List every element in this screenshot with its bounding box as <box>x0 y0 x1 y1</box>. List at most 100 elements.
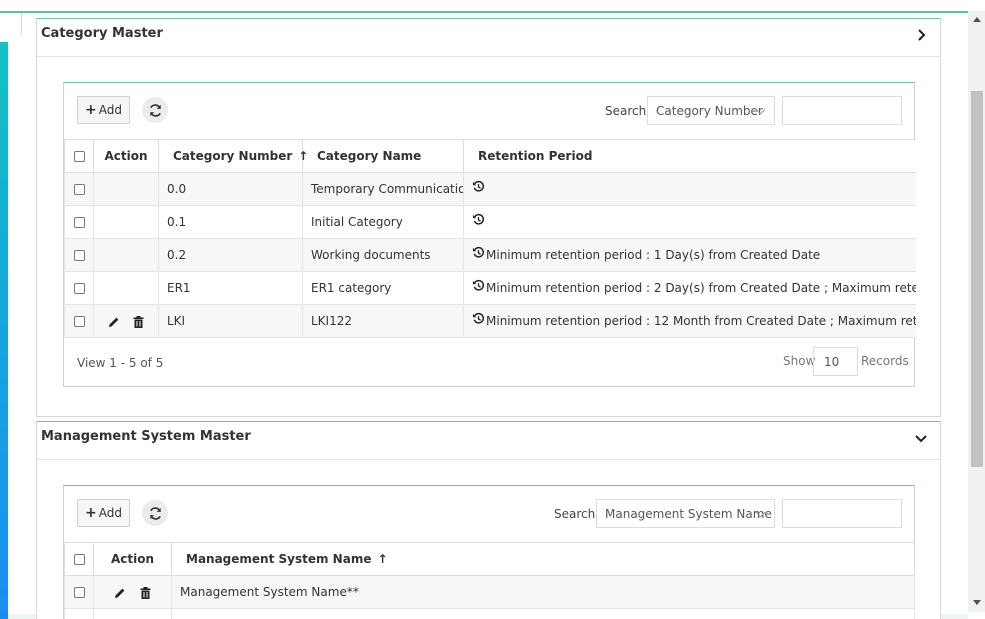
category-table: Action Category Number ↑ Category Name Re… <box>64 139 916 338</box>
plus-icon: + <box>85 102 97 118</box>
table-row[interactable]: 0.0 Temporary Communication <box>64 172 916 206</box>
action-cell <box>93 172 159 206</box>
row-checkbox[interactable] <box>64 172 94 206</box>
retention-period-cell <box>463 205 916 239</box>
divider <box>21 13 22 35</box>
retention-period-cell: Minimum retention period : 2 Day(s) from… <box>463 271 916 305</box>
add-button[interactable]: + Add <box>77 96 130 124</box>
action-cell <box>93 271 159 305</box>
top-border <box>0 11 968 13</box>
page-size-input[interactable]: 10 <box>813 347 858 376</box>
sort-ascending-icon: ↑ <box>298 149 309 163</box>
search-label: Search <box>605 104 647 118</box>
pencil-icon[interactable] <box>108 316 120 328</box>
category-master-panel: Category Master + Add Search Category Nu… <box>36 18 941 417</box>
category-master-header[interactable]: Category Master <box>37 19 940 57</box>
category-name-cell: ER1 category <box>302 271 464 305</box>
sort-ascending-icon: ↑ <box>377 552 388 566</box>
action-cell <box>93 608 172 619</box>
retention-text: Minimum retention period : 1 Day(s) from… <box>486 248 821 262</box>
table-row[interactable]: 0.2 Working documents Minimum retention … <box>64 238 916 272</box>
grid-pager: View 1 - 5 of 5 Show 10 Records <box>64 338 914 388</box>
retention-period-cell: Minimum retention period : 12 Month from… <box>463 304 916 338</box>
management-system-master-header[interactable]: Management System Master <box>37 422 940 460</box>
row-checkbox[interactable] <box>64 304 94 338</box>
panel-title: Management System Master <box>41 429 251 444</box>
table-row[interactable]: Management System Name** <box>64 575 915 609</box>
search-field-value: Management System Name <box>605 507 772 521</box>
refresh-button[interactable] <box>142 500 168 526</box>
category-number-cell: 0.2 <box>158 238 303 272</box>
trash-icon[interactable] <box>133 315 144 328</box>
trash-icon[interactable] <box>140 586 151 599</box>
add-button[interactable]: + Add <box>77 499 130 527</box>
search-input[interactable] <box>782 499 902 528</box>
history-icon <box>472 246 485 258</box>
plus-icon: + <box>85 505 97 521</box>
category-name-cell: Working documents <box>302 238 464 272</box>
row-checkbox[interactable] <box>64 205 94 239</box>
action-cell <box>93 304 159 338</box>
row-checkbox[interactable] <box>64 575 94 609</box>
category-name-cell: LKI122 <box>302 304 464 338</box>
sidebar-accent-bar <box>0 42 8 619</box>
add-button-label: Add <box>98 103 122 117</box>
column-header-label: Management System Name <box>186 552 372 566</box>
search-field-select[interactable]: Management System Name <box>596 499 775 528</box>
management-system-grid: + Add Search Management System Name Acti… <box>63 485 915 619</box>
view-records-info: View 1 - 5 of 5 <box>77 356 164 370</box>
management-system-name-cell <box>171 608 915 619</box>
search-field-select[interactable]: Category Number <box>647 96 775 125</box>
category-number-cell: LKI <box>158 304 303 338</box>
table-row[interactable]: LKI LKI122 Minimum retention period : 12… <box>64 304 916 338</box>
scroll-up-arrow-icon[interactable] <box>968 11 985 29</box>
column-header-action: Action <box>93 139 159 173</box>
column-header-retention-period[interactable]: Retention Period <box>463 139 916 173</box>
category-number-cell: ER1 <box>158 271 303 305</box>
scrollbar-thumb[interactable] <box>971 91 983 467</box>
column-header-management-system-name[interactable]: Management System Name ↑ <box>171 542 915 576</box>
history-icon <box>472 180 485 192</box>
chevron-down-icon[interactable] <box>914 431 928 445</box>
select-all-checkbox[interactable] <box>64 139 94 173</box>
history-icon <box>472 279 485 291</box>
grid-toolbar: + Add Search Category Number <box>64 83 914 139</box>
refresh-icon <box>149 103 161 117</box>
management-system-name-cell: Management System Name** <box>171 575 915 609</box>
column-header-category-name[interactable]: Category Name <box>302 139 464 173</box>
category-number-cell: 0.0 <box>158 172 303 206</box>
action-cell <box>93 575 172 609</box>
row-checkbox[interactable] <box>64 238 94 272</box>
action-cell <box>93 205 159 239</box>
column-header-category-number[interactable]: Category Number ↑ <box>158 139 308 173</box>
add-button-label: Add <box>98 506 122 520</box>
refresh-icon <box>149 506 161 520</box>
refresh-button[interactable] <box>142 97 168 123</box>
search-field-value: Category Number <box>656 104 763 118</box>
column-header-action: Action <box>93 542 172 576</box>
retention-text: Minimum retention period : 2 Day(s) from… <box>486 281 916 295</box>
pencil-icon[interactable] <box>114 587 126 599</box>
chevron-right-icon[interactable] <box>914 28 928 42</box>
category-name-cell: Temporary Communication <box>302 172 464 206</box>
category-name-cell: Initial Category <box>302 205 464 239</box>
row-checkbox[interactable] <box>64 271 94 305</box>
scroll-down-arrow-icon[interactable] <box>968 594 985 612</box>
table-row[interactable]: ER1 ER1 category Minimum retention perio… <box>64 271 916 305</box>
table-row[interactable]: 0.1 Initial Category <box>64 205 916 239</box>
row-checkbox[interactable] <box>64 608 94 619</box>
table-row[interactable] <box>64 608 915 619</box>
action-cell <box>93 238 159 272</box>
retention-period-cell: Minimum retention period : 1 Day(s) from… <box>463 238 916 272</box>
vertical-scrollbar[interactable] <box>968 11 985 612</box>
history-icon <box>472 213 485 225</box>
management-table-wrapper: Action Management System Name ↑ Managemen… <box>64 542 916 619</box>
table-header-row: Action Management System Name ↑ <box>64 542 915 576</box>
category-table-wrapper: Action Category Number ↑ Category Name Re… <box>64 139 916 338</box>
records-label: Records <box>861 354 909 368</box>
select-all-checkbox[interactable] <box>64 542 94 576</box>
category-number-cell: 0.1 <box>158 205 303 239</box>
search-input[interactable] <box>782 96 902 125</box>
grid-toolbar: + Add Search Management System Name <box>64 486 914 542</box>
category-grid: + Add Search Category Number Action Cate… <box>63 82 916 388</box>
